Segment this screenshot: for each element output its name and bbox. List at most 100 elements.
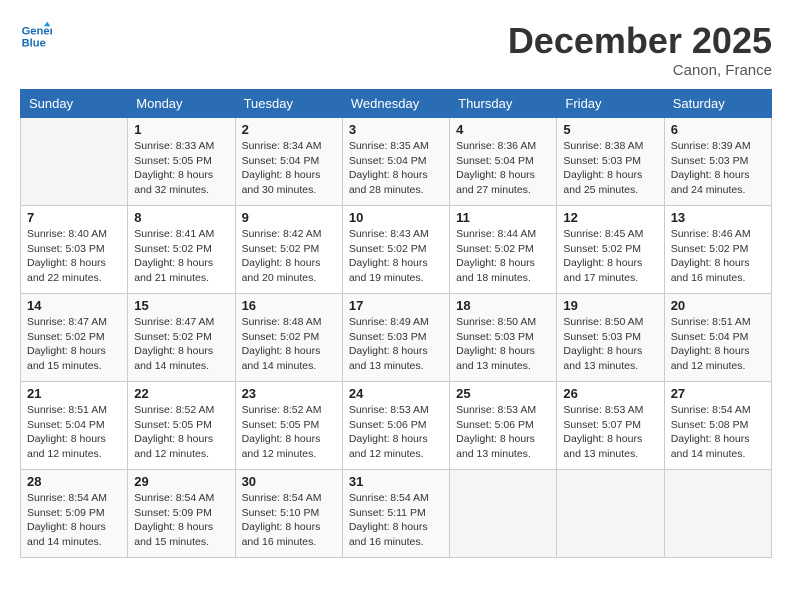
calendar-day-cell: 5 Sunrise: 8:38 AMSunset: 5:03 PMDaylight…: [557, 118, 664, 206]
day-info: Sunrise: 8:54 AMSunset: 5:09 PMDaylight:…: [27, 491, 121, 550]
calendar-day-cell: 28 Sunrise: 8:54 AMSunset: 5:09 PMDayligh…: [21, 470, 128, 558]
day-info: Sunrise: 8:50 AMSunset: 5:03 PMDaylight:…: [456, 315, 550, 374]
calendar-day-cell: 8 Sunrise: 8:41 AMSunset: 5:02 PMDaylight…: [128, 206, 235, 294]
calendar-day-cell: [450, 470, 557, 558]
day-info: Sunrise: 8:54 AMSunset: 5:11 PMDaylight:…: [349, 491, 443, 550]
calendar-day-cell: 14Sunrise: 8:47 AMSunset: 5:02 PMDayligh…: [21, 294, 128, 382]
calendar-week-row: 28 Sunrise: 8:54 AMSunset: 5:09 PMDayligh…: [21, 470, 772, 558]
day-number: 21: [27, 386, 121, 401]
day-number: 1: [134, 122, 228, 137]
day-number: 14: [27, 298, 121, 313]
day-number: 27: [671, 386, 765, 401]
day-number: 31: [349, 474, 443, 489]
day-info: Sunrise: 8:43 AMSunset: 5:02 PMDaylight:…: [349, 227, 443, 286]
calendar-day-cell: 19Sunrise: 8:50 AMSunset: 5:03 PMDayligh…: [557, 294, 664, 382]
calendar-day-cell: 4 Sunrise: 8:36 AMSunset: 5:04 PMDaylight…: [450, 118, 557, 206]
weekday-header-row: SundayMondayTuesdayWednesdayThursdayFrid…: [21, 90, 772, 118]
day-number: 22: [134, 386, 228, 401]
calendar-day-cell: 17 Sunrise: 8:49 AMSunset: 5:03 PMDayligh…: [342, 294, 449, 382]
calendar-day-cell: 30Sunrise: 8:54 AMSunset: 5:10 PMDayligh…: [235, 470, 342, 558]
day-number: 18: [456, 298, 550, 313]
day-info: Sunrise: 8:51 AMSunset: 5:04 PMDaylight:…: [27, 403, 121, 462]
svg-text:General: General: [22, 25, 52, 37]
day-info: Sunrise: 8:54 AMSunset: 5:10 PMDaylight:…: [242, 491, 336, 550]
day-info: Sunrise: 8:53 AMSunset: 5:07 PMDaylight:…: [563, 403, 657, 462]
weekday-header-cell: Sunday: [21, 90, 128, 118]
day-number: 16: [242, 298, 336, 313]
day-info: Sunrise: 8:52 AMSunset: 5:05 PMDaylight:…: [134, 403, 228, 462]
location-label: Canon, France: [508, 62, 772, 79]
weekday-header-cell: Wednesday: [342, 90, 449, 118]
day-number: 7: [27, 210, 121, 225]
title-area: December 2025 Canon, France: [508, 20, 772, 79]
day-info: Sunrise: 8:51 AMSunset: 5:04 PMDaylight:…: [671, 315, 765, 374]
calendar-day-cell: 22 Sunrise: 8:52 AMSunset: 5:05 PMDayligh…: [128, 382, 235, 470]
svg-text:Blue: Blue: [22, 37, 46, 49]
day-number: 28: [27, 474, 121, 489]
day-number: 8: [134, 210, 228, 225]
calendar-day-cell: 24 Sunrise: 8:53 AMSunset: 5:06 PMDayligh…: [342, 382, 449, 470]
month-year-title: December 2025: [508, 20, 772, 62]
day-info: Sunrise: 8:41 AMSunset: 5:02 PMDaylight:…: [134, 227, 228, 286]
day-number: 29: [134, 474, 228, 489]
day-number: 24: [349, 386, 443, 401]
day-info: Sunrise: 8:40 AMSunset: 5:03 PMDaylight:…: [27, 227, 121, 286]
calendar-day-cell: [557, 470, 664, 558]
day-number: 12: [563, 210, 657, 225]
calendar-day-cell: 11 Sunrise: 8:44 AMSunset: 5:02 PMDayligh…: [450, 206, 557, 294]
day-number: 26: [563, 386, 657, 401]
day-info: Sunrise: 8:44 AMSunset: 5:02 PMDaylight:…: [456, 227, 550, 286]
day-info: Sunrise: 8:36 AMSunset: 5:04 PMDaylight:…: [456, 139, 550, 198]
calendar-day-cell: 15 Sunrise: 8:47 AMSunset: 5:02 PMDayligh…: [128, 294, 235, 382]
calendar-day-cell: 7 Sunrise: 8:40 AMSunset: 5:03 PMDaylight…: [21, 206, 128, 294]
calendar-day-cell: 16 Sunrise: 8:48 AMSunset: 5:02 PMDayligh…: [235, 294, 342, 382]
day-info: Sunrise: 8:47 AMSunset: 5:02 PMDaylight:…: [134, 315, 228, 374]
day-info: Sunrise: 8:39 AMSunset: 5:03 PMDaylight:…: [671, 139, 765, 198]
logo: General Blue: [20, 20, 52, 52]
calendar-day-cell: 23Sunrise: 8:52 AMSunset: 5:05 PMDayligh…: [235, 382, 342, 470]
calendar-day-cell: 3Sunrise: 8:35 AMSunset: 5:04 PMDaylight…: [342, 118, 449, 206]
day-info: Sunrise: 8:48 AMSunset: 5:02 PMDaylight:…: [242, 315, 336, 374]
day-info: Sunrise: 8:45 AMSunset: 5:02 PMDaylight:…: [563, 227, 657, 286]
calendar-day-cell: [21, 118, 128, 206]
calendar-week-row: 14 Sunrise: 8:47 AMSunset: 5:02 PMDayligh…: [21, 294, 772, 382]
day-number: 10: [349, 210, 443, 225]
calendar-week-row: 21 Sunrise: 8:51 AMSunset: 5:04 PMDayligh…: [21, 382, 772, 470]
day-number: 11: [456, 210, 550, 225]
day-info: Sunrise: 8:46 AMSunset: 5:02 PMDaylight:…: [671, 227, 765, 286]
day-number: 25: [456, 386, 550, 401]
calendar-day-cell: 25 Sunrise: 8:53 AMSunset: 5:06 PMDayligh…: [450, 382, 557, 470]
day-info: Sunrise: 8:54 AMSunset: 5:09 PMDaylight:…: [134, 491, 228, 550]
calendar-table: SundayMondayTuesdayWednesdayThursdayFrid…: [20, 89, 772, 558]
calendar-day-cell: 2 Sunrise: 8:34 AMSunset: 5:04 PMDaylight…: [235, 118, 342, 206]
day-number: 6: [671, 122, 765, 137]
day-number: 4: [456, 122, 550, 137]
calendar-week-row: 1Sunrise: 8:33 AMSunset: 5:05 PMDaylight…: [21, 118, 772, 206]
calendar-day-cell: 27 Sunrise: 8:54 AMSunset: 5:08 PMDayligh…: [664, 382, 771, 470]
weekday-header-cell: Saturday: [664, 90, 771, 118]
calendar-day-cell: 6 Sunrise: 8:39 AMSunset: 5:03 PMDaylight…: [664, 118, 771, 206]
day-number: 17: [349, 298, 443, 313]
calendar-day-cell: 10 Sunrise: 8:43 AMSunset: 5:02 PMDayligh…: [342, 206, 449, 294]
day-number: 23: [242, 386, 336, 401]
calendar-day-cell: 20Sunrise: 8:51 AMSunset: 5:04 PMDayligh…: [664, 294, 771, 382]
weekday-header-cell: Monday: [128, 90, 235, 118]
day-info: Sunrise: 8:54 AMSunset: 5:08 PMDaylight:…: [671, 403, 765, 462]
day-number: 5: [563, 122, 657, 137]
calendar-week-row: 7 Sunrise: 8:40 AMSunset: 5:03 PMDaylight…: [21, 206, 772, 294]
day-info: Sunrise: 8:38 AMSunset: 5:03 PMDaylight:…: [563, 139, 657, 198]
calendar-day-cell: 26 Sunrise: 8:53 AMSunset: 5:07 PMDayligh…: [557, 382, 664, 470]
day-info: Sunrise: 8:42 AMSunset: 5:02 PMDaylight:…: [242, 227, 336, 286]
day-info: Sunrise: 8:49 AMSunset: 5:03 PMDaylight:…: [349, 315, 443, 374]
day-number: 3: [349, 122, 443, 137]
day-info: Sunrise: 8:34 AMSunset: 5:04 PMDaylight:…: [242, 139, 336, 198]
weekday-header-cell: Tuesday: [235, 90, 342, 118]
day-number: 15: [134, 298, 228, 313]
calendar-day-cell: 12 Sunrise: 8:45 AMSunset: 5:02 PMDayligh…: [557, 206, 664, 294]
calendar-day-cell: 29 Sunrise: 8:54 AMSunset: 5:09 PMDayligh…: [128, 470, 235, 558]
day-info: Sunrise: 8:53 AMSunset: 5:06 PMDaylight:…: [349, 403, 443, 462]
day-number: 2: [242, 122, 336, 137]
day-number: 13: [671, 210, 765, 225]
day-number: 9: [242, 210, 336, 225]
day-info: Sunrise: 8:53 AMSunset: 5:06 PMDaylight:…: [456, 403, 550, 462]
